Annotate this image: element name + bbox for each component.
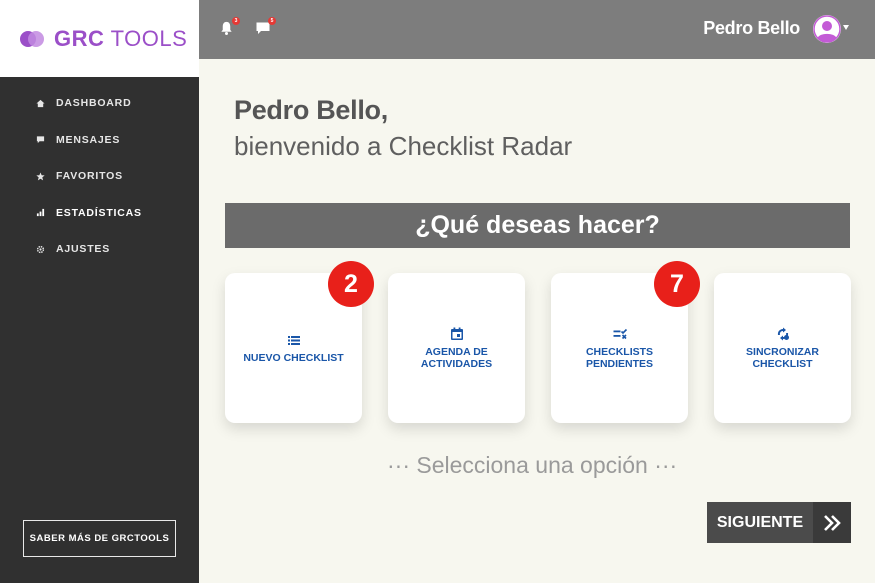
user-name[interactable]: Pedro Bello xyxy=(703,18,800,39)
count-badge: 7 xyxy=(654,261,700,307)
card-sincronizar-checklist[interactable]: SINCRONIZAR CHECKLIST xyxy=(714,273,851,423)
sidebar-item-favoritos[interactable]: FAVORITOS xyxy=(0,158,199,195)
star-icon xyxy=(35,171,45,181)
chat-icon[interactable]: 5 xyxy=(255,17,276,38)
card-label: AGENDA DE ACTIVIDADES xyxy=(420,345,493,370)
card-label: SINCRONIZAR CHECKLIST xyxy=(746,345,819,370)
logo[interactable]: GRC TOOLS xyxy=(0,0,199,77)
bell-icon[interactable]: 3 xyxy=(219,17,240,38)
card-nuevo-checklist[interactable]: NUEVO CHECKLIST 2 xyxy=(225,261,374,423)
sidebar-item-estadisticas[interactable]: ESTADÍSTICAS xyxy=(0,195,199,232)
chevron-down-icon[interactable] xyxy=(843,25,849,30)
sidebar-item-mensajes[interactable]: MENSAJES xyxy=(0,122,199,159)
sidebar-item-label: DASHBOARD xyxy=(56,97,132,110)
logo-mark-icon xyxy=(20,28,46,50)
notifications-badge: 3 xyxy=(232,17,240,25)
card-label: NUEVO CHECKLIST xyxy=(243,351,344,364)
sidebar-item-label: MENSAJES xyxy=(56,133,121,146)
bar-chart-icon xyxy=(35,208,45,218)
list-icon xyxy=(286,332,302,348)
sidebar-item-label: AJUSTES xyxy=(56,243,111,256)
messages-badge: 5 xyxy=(268,17,276,25)
avatar[interactable] xyxy=(813,15,841,43)
sidebar-item-label: FAVORITOS xyxy=(56,170,123,183)
sidebar-item-ajustes[interactable]: AJUSTES xyxy=(0,231,199,268)
top-header: 3 5 Pedro Bello xyxy=(199,0,875,59)
message-icon xyxy=(35,135,45,145)
home-icon xyxy=(35,98,45,108)
sidebar-item-label: ESTADÍSTICAS xyxy=(56,206,142,219)
saber-mas-button[interactable]: SABER MÁS DE GRCTOOLS xyxy=(23,520,176,557)
count-badge: 2 xyxy=(328,261,374,307)
question-heading: ¿Qué deseas hacer? xyxy=(225,203,850,248)
calendar-icon xyxy=(449,326,465,342)
sidebar: GRC TOOLS DASHBOARD MENSAJES FAVORITOS E… xyxy=(0,0,199,583)
sidebar-nav: DASHBOARD MENSAJES FAVORITOS ESTADÍSTICA… xyxy=(0,85,199,268)
logo-text-rest: TOOLS xyxy=(104,25,188,51)
sync-icon xyxy=(775,326,791,342)
greeting-text: bienvenido a Checklist Radar xyxy=(234,131,573,161)
next-button-label: SIGUIENTE xyxy=(716,513,804,531)
card-checklists-pendientes[interactable]: CHECKLISTS PENDIENTES 7 xyxy=(551,261,700,423)
logo-text-bold: GRC xyxy=(54,25,105,51)
select-option-hint: ··· Selecciona una opción ··· xyxy=(387,452,678,478)
double-chevron-right-icon xyxy=(813,502,851,543)
next-button[interactable]: SIGUIENTE xyxy=(707,502,851,543)
card-label: CHECKLISTS PENDIENTES xyxy=(585,345,654,370)
logo-text: GRC TOOLS xyxy=(54,26,187,52)
greeting-name: Pedro Bello, xyxy=(234,95,388,125)
card-agenda-actividades[interactable]: AGENDA DE ACTIVIDADES xyxy=(388,273,525,423)
sidebar-item-dashboard[interactable]: DASHBOARD xyxy=(0,85,199,122)
gear-icon xyxy=(35,244,45,254)
checklist-pending-icon xyxy=(612,326,628,342)
